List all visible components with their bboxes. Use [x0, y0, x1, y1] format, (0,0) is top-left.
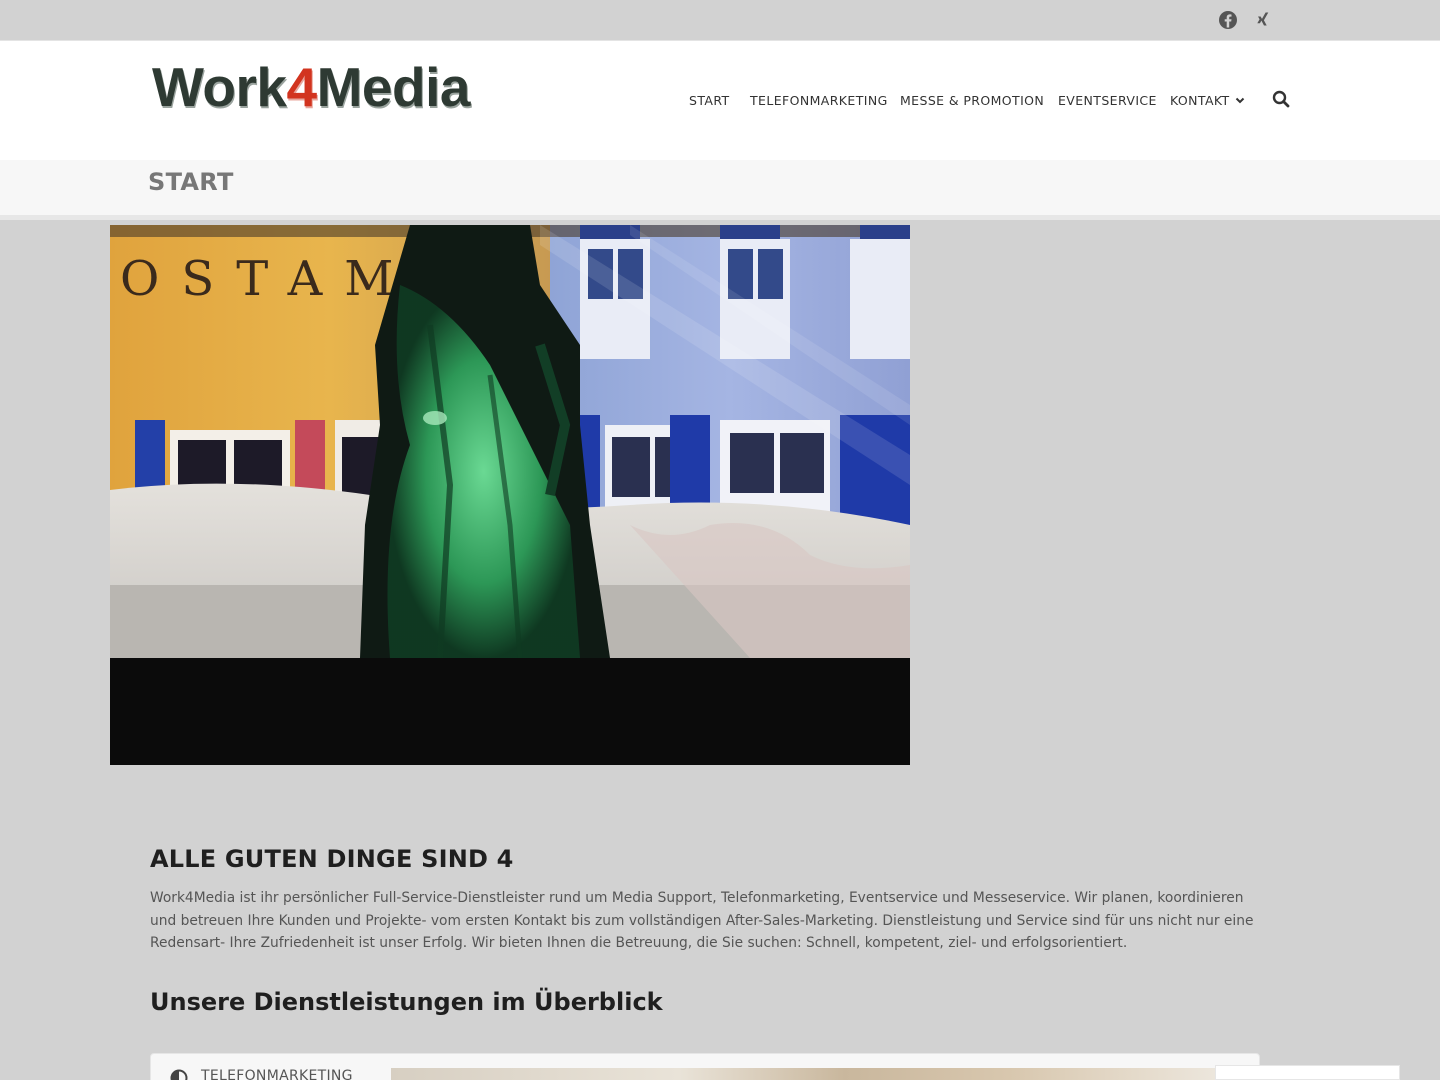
nav-item-telefonmarketing[interactable]: TELEFONMARKETING: [750, 93, 888, 108]
logo-text-media: Media: [316, 56, 471, 118]
nav-item-kontakt[interactable]: KONTAKT: [1170, 93, 1230, 108]
services-heading: Unsere Dienstleistungen im Überblick: [150, 988, 663, 1016]
intro-paragraph: Work4Media ist ihr persönlicher Full-Ser…: [150, 890, 1254, 951]
svg-text:OSTAM: OSTAM: [120, 251, 415, 307]
nav-item-eventservice[interactable]: EVENTSERVICE: [1058, 93, 1157, 108]
logo-text-4: 4: [286, 56, 318, 118]
half-circle-icon: [170, 1069, 188, 1080]
xing-icon[interactable]: [1253, 10, 1273, 30]
page-title: START: [148, 168, 234, 196]
top-bar: [0, 0, 1440, 40]
hero-slider[interactable]: OSTAM: [110, 225, 910, 765]
logo-text-work: Work: [152, 56, 287, 118]
nav-item-messe-promotion[interactable]: MESSE & PROMOTION: [900, 93, 1044, 108]
event-photo: OSTAM: [110, 225, 910, 658]
nav-item-start[interactable]: START: [689, 93, 730, 108]
side-panel: [1215, 1065, 1400, 1080]
section-heading: ALLE GUTEN DINGE SIND 4: [150, 845, 514, 873]
site-header: Work4Media START TELEFONMARKETING MESSE …: [0, 40, 1440, 160]
site-logo[interactable]: Work4Media: [152, 57, 552, 117]
search-icon[interactable]: [1272, 90, 1290, 108]
facebook-icon[interactable]: [1218, 10, 1238, 30]
tab-image: [391, 1068, 1215, 1080]
chevron-down-icon[interactable]: [1234, 94, 1246, 106]
page-title-bar: START: [0, 160, 1440, 220]
tab-telefonmarketing[interactable]: TELEFONMARKETING: [201, 1068, 353, 1080]
